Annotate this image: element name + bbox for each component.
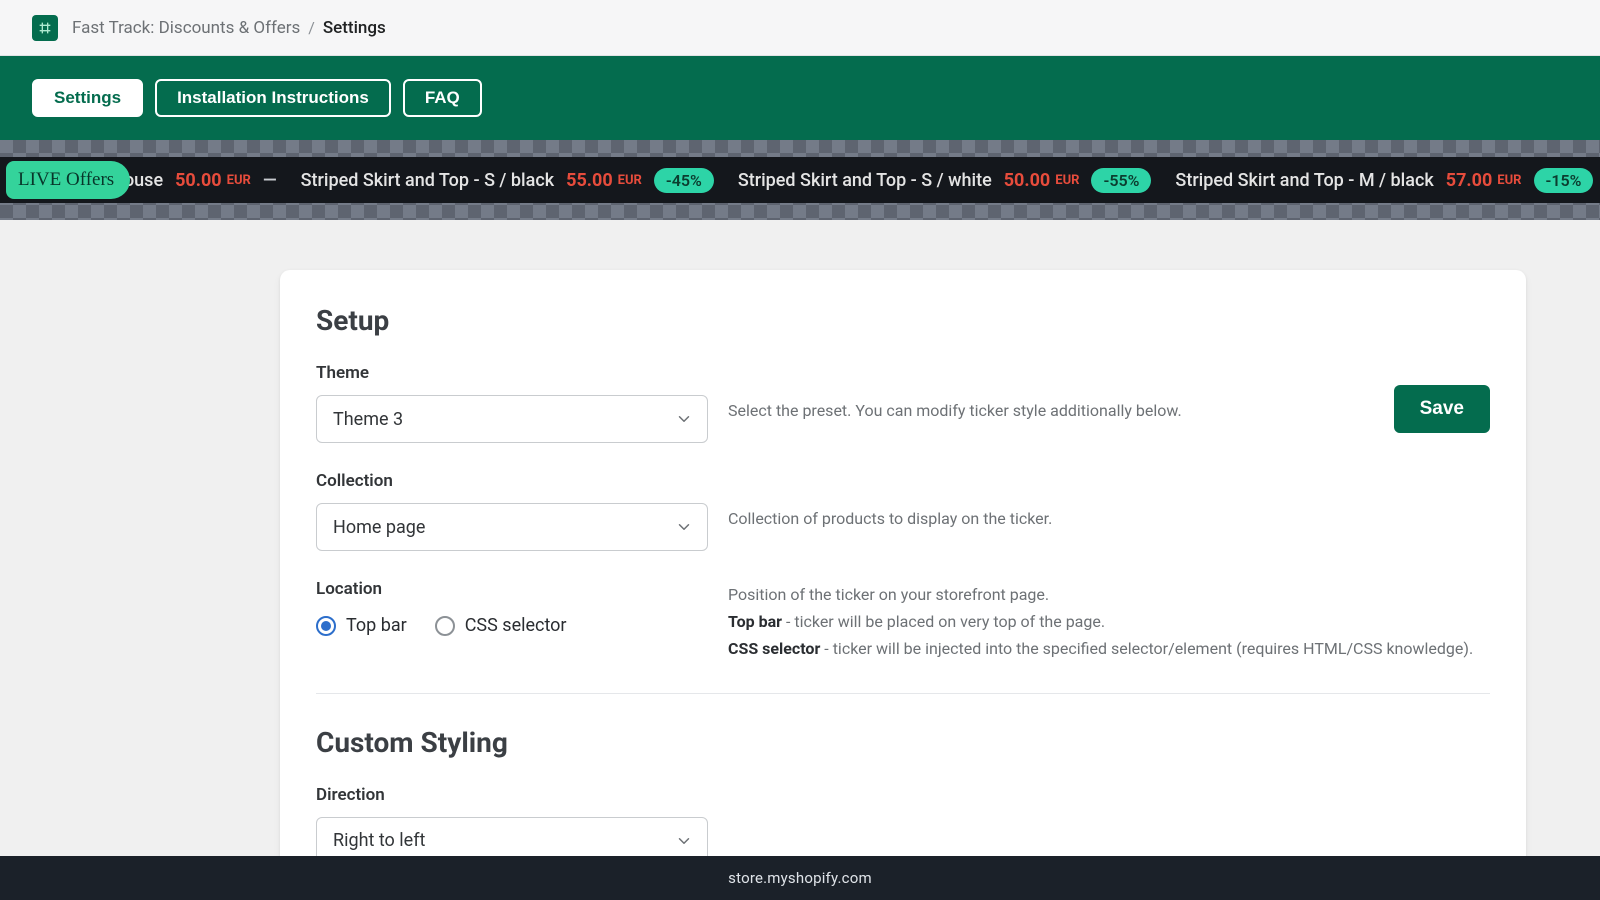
- ticker-item-price: 50.00: [1004, 170, 1051, 191]
- ticker-item-name: Striped Skirt and Top - S / black: [301, 170, 554, 191]
- field-direction: Direction Right to left: [316, 785, 708, 865]
- label-collection: Collection: [316, 471, 708, 491]
- section-title-custom-styling: Custom Styling: [316, 726, 1490, 759]
- radio-top-bar[interactable]: Top bar: [316, 615, 407, 636]
- radio-css-selector-label: CSS selector: [465, 615, 567, 636]
- label-theme: Theme: [316, 363, 708, 383]
- theme-select-value: Theme 3: [333, 409, 403, 430]
- ticker-item-price: 55.00: [566, 170, 613, 191]
- ticker-item: Striped Skirt and Top - S / black 55.00 …: [301, 168, 714, 193]
- help-theme: Select the preset. You can modify ticker…: [728, 363, 1370, 423]
- label-direction: Direction: [316, 785, 708, 805]
- field-collection: Collection Home page: [316, 471, 708, 551]
- ticker-item: Striped Skirt and Top - M / black 57.00 …: [1175, 168, 1593, 193]
- radio-dot-icon: [316, 616, 336, 636]
- field-location: Location Top bar CSS selector: [316, 579, 708, 636]
- ticker-item-discount: -15%: [1534, 168, 1594, 193]
- ticker-item-currency: EUR: [618, 173, 642, 188]
- ticker-preview: LIVE Offers Blouse 50.00 EUR — Striped S…: [0, 140, 1600, 220]
- field-theme: Theme Theme 3: [316, 363, 708, 443]
- topbar: Fast Track: Discounts & Offers / Setting…: [0, 0, 1600, 56]
- tab-settings[interactable]: Settings: [32, 79, 143, 117]
- help-collection: Collection of products to display on the…: [728, 471, 1490, 531]
- help-location-topbar-text: - ticker will be placed on very top of t…: [782, 612, 1105, 631]
- ticker-item-currency: EUR: [1497, 173, 1521, 188]
- save-button[interactable]: Save: [1394, 385, 1490, 433]
- help-location-intro: Position of the ticker on your storefron…: [728, 581, 1490, 608]
- ticker-items: Blouse 50.00 EUR — Striped Skirt and Top…: [0, 157, 1600, 203]
- ticker-item-discount: -45%: [654, 168, 714, 193]
- help-location: Position of the ticker on your storefron…: [728, 579, 1490, 663]
- label-location: Location: [316, 579, 708, 599]
- section-divider: [316, 693, 1490, 694]
- page-content: Setup Theme Theme 3 Select the preset. Y…: [0, 220, 1600, 900]
- ticker-item: Striped Skirt and Top - S / white 50.00 …: [738, 168, 1152, 193]
- settings-card: Setup Theme Theme 3 Select the preset. Y…: [280, 270, 1526, 900]
- ticker-item-currency: EUR: [227, 173, 251, 188]
- direction-select-value: Right to left: [333, 830, 425, 851]
- row-location: Location Top bar CSS selector Position o…: [316, 579, 1490, 663]
- chevron-down-icon: [675, 832, 693, 850]
- footer-bar: store.myshopify.com: [0, 856, 1600, 900]
- navbar: Settings Installation Instructions FAQ: [0, 56, 1600, 140]
- ticker-item-dash: —: [263, 170, 277, 191]
- row-collection: Collection Home page Collection of produ…: [316, 471, 1490, 551]
- ticker-item-price: 50.00: [175, 170, 222, 191]
- radio-top-bar-label: Top bar: [346, 615, 407, 636]
- tab-installation-instructions[interactable]: Installation Instructions: [155, 79, 391, 117]
- theme-select[interactable]: Theme 3: [316, 395, 708, 443]
- ticker-item-discount: -55%: [1091, 168, 1151, 193]
- help-location-css-text: - ticker will be injected into the speci…: [820, 639, 1473, 658]
- radio-dot-icon: [435, 616, 455, 636]
- help-location-css-label: CSS selector: [728, 639, 820, 658]
- chevron-down-icon: [675, 518, 693, 536]
- section-title-setup: Setup: [316, 304, 1490, 337]
- ticker-item-name: Striped Skirt and Top - M / black: [1175, 170, 1433, 191]
- radio-css-selector[interactable]: CSS selector: [435, 615, 567, 636]
- collection-select-value: Home page: [333, 517, 425, 538]
- row-direction: Direction Right to left: [316, 785, 1490, 865]
- ticker-item-price: 57.00: [1446, 170, 1493, 191]
- ticker-item-name: Striped Skirt and Top - S / white: [738, 170, 992, 191]
- breadcrumb-app[interactable]: Fast Track: Discounts & Offers: [72, 18, 300, 38]
- app-icon: [32, 15, 58, 41]
- row-theme: Theme Theme 3 Select the preset. You can…: [316, 363, 1490, 443]
- collection-select[interactable]: Home page: [316, 503, 708, 551]
- tab-faq[interactable]: FAQ: [403, 79, 482, 117]
- chevron-down-icon: [675, 410, 693, 428]
- ticker-item: Blouse 50.00 EUR —: [108, 170, 277, 191]
- live-offers-badge: LIVE Offers: [6, 161, 130, 199]
- help-location-topbar-label: Top bar: [728, 612, 782, 631]
- footer-store-url: store.myshopify.com: [728, 869, 872, 887]
- breadcrumb-page: Settings: [323, 18, 386, 38]
- breadcrumb-separator: /: [308, 18, 315, 37]
- ticker-item-currency: EUR: [1055, 173, 1079, 188]
